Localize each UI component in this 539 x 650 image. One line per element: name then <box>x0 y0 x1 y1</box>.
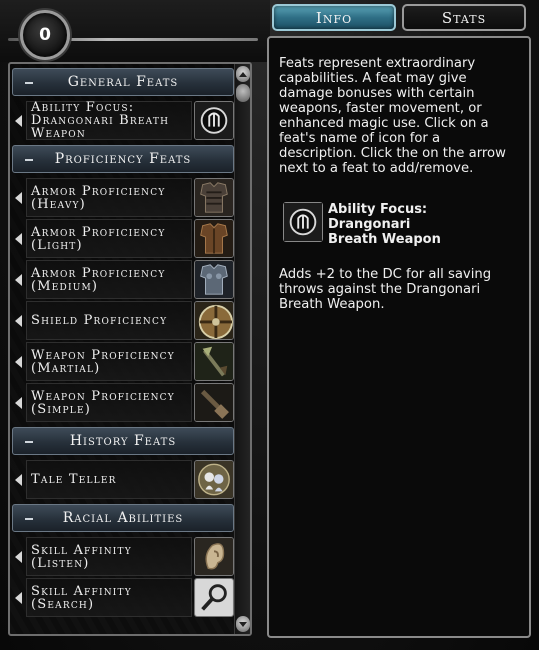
add-remove-arrow-button[interactable] <box>10 341 26 382</box>
feat-name[interactable]: Weapon Proficiency (Simple) <box>26 383 192 422</box>
feat-row-weapon-simple: Weapon Proficiency (Simple) <box>10 382 234 423</box>
feat-list: General Feats Ability Focus: Drangonari … <box>10 64 236 618</box>
feat-name[interactable]: Armor Proficiency (Heavy) <box>26 178 192 217</box>
section-header-history-feats[interactable]: History Feats <box>12 427 234 455</box>
dragon-breath-icon[interactable] <box>194 101 234 140</box>
add-remove-arrow-button[interactable] <box>10 536 26 577</box>
info-panel: Feats represent extraordinary capabiliti… <box>267 36 531 638</box>
feat-name[interactable]: Skill Affinity (Search) <box>26 578 192 617</box>
feat-name[interactable]: Skill Affinity (Listen) <box>26 537 192 576</box>
feat-list-panel: General Feats Ability Focus: Drangonari … <box>8 62 252 636</box>
scroll-up-button[interactable] <box>236 66 250 82</box>
feat-name[interactable]: Armor Proficiency (Medium) <box>26 260 192 299</box>
add-remove-arrow-button[interactable] <box>10 459 26 500</box>
medium-armor-icon[interactable] <box>194 260 234 299</box>
section-header-label: Proficiency Feats <box>54 151 192 167</box>
feat-name[interactable]: Armor Proficiency (Light) <box>26 219 192 258</box>
collapse-icon <box>25 82 33 84</box>
tab-stats[interactable]: Stats <box>402 4 526 31</box>
section-header-label: History Feats <box>69 433 177 449</box>
add-remove-arrow-button[interactable] <box>10 300 26 341</box>
section-header-general-feats[interactable]: General Feats <box>12 68 234 96</box>
feat-list-scrollbar[interactable] <box>234 64 250 634</box>
feat-row-shield-proficiency: Shield Proficiency <box>10 300 234 341</box>
tab-info[interactable]: Info <box>272 4 396 31</box>
selected-feat: Ability Focus: Drangonari Breath Weapon <box>283 202 519 247</box>
shield-icon[interactable] <box>194 301 234 340</box>
selected-feat-title: Ability Focus: Drangonari Breath Weapon <box>328 202 441 247</box>
feat-row-skill-affinity-search: Skill Affinity (Search) <box>10 577 234 618</box>
add-remove-arrow-button[interactable] <box>10 259 26 300</box>
add-remove-arrow-button[interactable] <box>10 382 26 423</box>
feat-row-tale-teller: Tale Teller <box>10 459 234 500</box>
martial-weapon-icon[interactable] <box>194 342 234 381</box>
add-remove-arrow-button[interactable] <box>10 577 26 618</box>
light-armor-icon[interactable] <box>194 219 234 258</box>
tale-teller-icon[interactable] <box>194 460 234 499</box>
collapse-icon <box>25 159 33 161</box>
info-description: Feats represent extraordinary capabiliti… <box>279 56 506 176</box>
heavy-armor-icon[interactable] <box>194 178 234 217</box>
feat-selection-window: 0 Info Stats General Feats Ability Focus… <box>0 0 539 650</box>
feat-row-armor-heavy: Armor Proficiency (Heavy) <box>10 177 234 218</box>
simple-weapon-icon[interactable] <box>194 383 234 422</box>
selected-feat-description: Adds +2 to the DC for all saving throws … <box>279 267 492 312</box>
feat-row-armor-light: Armor Proficiency (Light) <box>10 218 234 259</box>
collapse-icon <box>25 441 33 443</box>
feat-row-skill-affinity-listen: Skill Affinity (Listen) <box>10 536 234 577</box>
dragon-breath-icon <box>283 202 323 242</box>
feat-name[interactable]: Ability Focus: Drangonari Breath Weapon <box>26 101 192 140</box>
add-remove-arrow-button[interactable] <box>10 177 26 218</box>
section-header-racial-abilities[interactable]: Racial Abilities <box>12 504 234 532</box>
feat-row-ability-focus: Ability Focus: Drangonari Breath Weapon <box>10 100 234 141</box>
magnifier-icon[interactable] <box>194 578 234 617</box>
section-header-label: General Feats <box>67 74 179 90</box>
scroll-thumb[interactable] <box>236 84 250 102</box>
section-header-proficiency-feats[interactable]: Proficiency Feats <box>12 145 234 173</box>
add-remove-arrow-button[interactable] <box>10 218 26 259</box>
add-remove-arrow-button[interactable] <box>10 100 26 141</box>
feat-name[interactable]: Tale Teller <box>26 460 192 499</box>
scroll-down-button[interactable] <box>236 616 250 632</box>
collapse-icon <box>25 518 33 520</box>
feat-name[interactable]: Weapon Proficiency (Martial) <box>26 342 192 381</box>
feat-points-badge: 0 <box>20 10 70 60</box>
feat-row-weapon-martial: Weapon Proficiency (Martial) <box>10 341 234 382</box>
ear-icon[interactable] <box>194 537 234 576</box>
feat-row-armor-medium: Armor Proficiency (Medium) <box>10 259 234 300</box>
feat-name[interactable]: Shield Proficiency <box>26 301 192 340</box>
section-header-label: Racial Abilities <box>62 510 184 526</box>
